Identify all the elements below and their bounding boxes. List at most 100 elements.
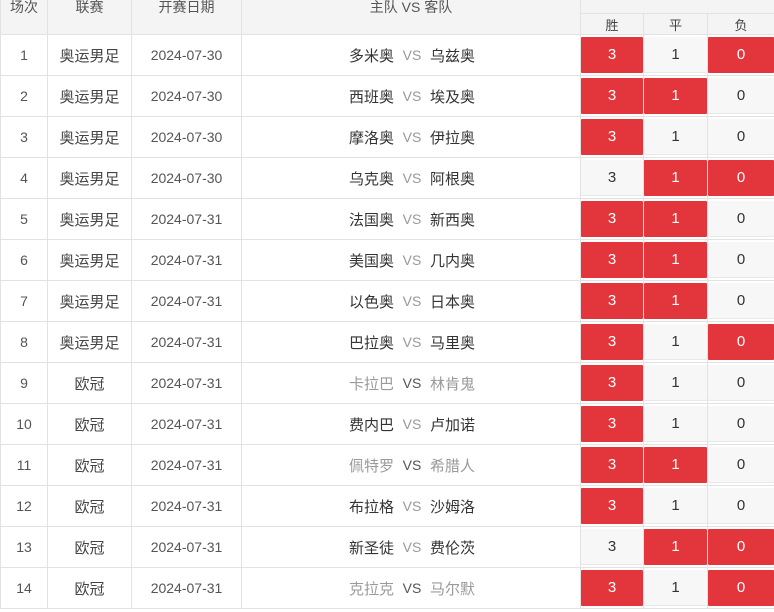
league-name: 欧冠 — [47, 444, 132, 486]
match-number: 13 — [0, 526, 48, 568]
vs-label: VS — [402, 129, 422, 145]
home-team: 多米奥 — [348, 47, 394, 65]
odds-lose-button[interactable]: 0 — [708, 201, 774, 237]
start-date: 2024-07-31 — [131, 567, 242, 609]
odds-draw-button[interactable]: 1 — [644, 488, 707, 524]
odds-lose-button[interactable]: 0 — [708, 119, 774, 155]
odds-lose-button[interactable]: 0 — [708, 324, 774, 360]
away-team: 日本奥 — [430, 293, 476, 311]
odds-draw-button[interactable]: 1 — [644, 37, 707, 73]
odds-draw-button[interactable]: 1 — [644, 78, 707, 114]
match-number: 6 — [0, 239, 48, 281]
start-date: 2024-07-31 — [131, 526, 242, 568]
start-date: 2024-07-30 — [131, 34, 242, 76]
odds-win-button[interactable]: 3 — [581, 160, 643, 196]
odds-draw-button[interactable]: 1 — [644, 201, 707, 237]
odds-win-button[interactable]: 3 — [581, 529, 643, 565]
match-number: 11 — [0, 444, 48, 486]
odds-draw-button[interactable]: 1 — [644, 406, 707, 442]
odds-lose-button[interactable]: 0 — [708, 283, 774, 319]
away-team: 马里奥 — [430, 334, 476, 352]
home-team: 佩特罗 — [348, 457, 394, 475]
start-date: 2024-07-30 — [131, 75, 242, 117]
odds-lose-button[interactable]: 0 — [708, 365, 774, 401]
odds-win-button[interactable]: 3 — [581, 406, 643, 442]
start-date: 2024-07-30 — [131, 157, 242, 199]
odds-draw-button[interactable]: 1 — [644, 119, 707, 155]
match-teams: 新圣徒 VS 费伦茨 — [241, 526, 581, 568]
odds-win-button[interactable]: 3 — [581, 570, 643, 606]
vs-label: VS — [402, 211, 422, 227]
odds-draw-button[interactable]: 1 — [644, 365, 707, 401]
odds-win-button[interactable]: 3 — [581, 447, 643, 483]
start-date: 2024-07-30 — [131, 116, 242, 158]
match-number: 7 — [0, 280, 48, 322]
table-body: 1 奥运男足 2024-07-30 多米奥 VS 乌兹奥 3 1 0 2 奥运男… — [0, 34, 774, 609]
vs-label: VS — [402, 416, 422, 432]
odds-lose-button[interactable]: 0 — [708, 447, 774, 483]
odds-win-button[interactable]: 3 — [581, 201, 643, 237]
odds-lose-button[interactable]: 0 — [708, 529, 774, 565]
odds-lose-button[interactable]: 0 — [708, 78, 774, 114]
odds-lose-button[interactable]: 0 — [708, 488, 774, 524]
start-date: 2024-07-31 — [131, 321, 242, 363]
league-name: 欧冠 — [47, 567, 132, 609]
away-team: 希腊人 — [430, 457, 476, 475]
away-team: 林肯鬼 — [430, 375, 476, 393]
league-name: 奥运男足 — [47, 157, 132, 199]
match-number: 12 — [0, 485, 48, 527]
league-name: 奥运男足 — [47, 116, 132, 158]
odds-win-button[interactable]: 3 — [581, 365, 643, 401]
vs-label: VS — [402, 293, 422, 309]
odds-lose-button[interactable]: 0 — [708, 37, 774, 73]
table-header: 场次 联赛 开赛日期 主队 VS 客队 胜 平 负 — [0, 0, 774, 35]
odds-win-button[interactable]: 3 — [581, 324, 643, 360]
away-team: 埃及奥 — [430, 88, 476, 106]
table-row: 9 欧冠 2024-07-31 卡拉巴 VS 林肯鬼 3 1 0 — [0, 362, 774, 404]
away-team: 几内奥 — [430, 252, 476, 270]
table-row: 6 奥运男足 2024-07-31 美国奥 VS 几内奥 3 1 0 — [0, 239, 774, 281]
start-date: 2024-07-31 — [131, 362, 242, 404]
vs-label: VS — [402, 170, 422, 186]
match-teams: 佩特罗 VS 希腊人 — [241, 444, 581, 486]
table-row: 7 奥运男足 2024-07-31 以色奥 VS 日本奥 3 1 0 — [0, 280, 774, 322]
match-odds-table: 场次 联赛 开赛日期 主队 VS 客队 胜 平 负 1 奥运男足 2024-07… — [0, 0, 774, 609]
home-team: 布拉格 — [348, 498, 394, 516]
start-date: 2024-07-31 — [131, 198, 242, 240]
odds-draw-button[interactable]: 1 — [644, 324, 707, 360]
odds-draw-button[interactable]: 1 — [644, 570, 707, 606]
match-number: 5 — [0, 198, 48, 240]
match-teams: 费内巴 VS 卢加诺 — [241, 403, 581, 445]
table-row: 11 欧冠 2024-07-31 佩特罗 VS 希腊人 3 1 0 — [0, 444, 774, 486]
vs-label: VS — [402, 457, 422, 473]
league-name: 奥运男足 — [47, 280, 132, 322]
odds-win-button[interactable]: 3 — [581, 488, 643, 524]
start-date: 2024-07-31 — [131, 444, 242, 486]
header-match-number: 场次 — [0, 0, 48, 35]
match-number: 2 — [0, 75, 48, 117]
vs-label: VS — [402, 375, 422, 391]
odds-lose-button[interactable]: 0 — [708, 242, 774, 278]
odds-draw-button[interactable]: 1 — [644, 283, 707, 319]
home-team: 卡拉巴 — [348, 375, 394, 393]
odds-draw-button[interactable]: 1 — [644, 242, 707, 278]
odds-lose-button[interactable]: 0 — [708, 160, 774, 196]
odds-win-button[interactable]: 3 — [581, 242, 643, 278]
odds-lose-button[interactable]: 0 — [708, 406, 774, 442]
odds-draw-button[interactable]: 1 — [644, 529, 707, 565]
odds-win-button[interactable]: 3 — [581, 119, 643, 155]
odds-win-button[interactable]: 3 — [581, 283, 643, 319]
home-team: 法国奥 — [348, 211, 394, 229]
odds-lose-button[interactable]: 0 — [708, 570, 774, 606]
match-teams: 乌克奥 VS 阿根奥 — [241, 157, 581, 199]
vs-label: VS — [402, 539, 422, 555]
table-row: 2 奥运男足 2024-07-30 西班奥 VS 埃及奥 3 1 0 — [0, 75, 774, 117]
away-team: 卢加诺 — [430, 416, 476, 434]
header-draw: 平 — [643, 13, 708, 35]
odds-win-button[interactable]: 3 — [581, 78, 643, 114]
odds-draw-button[interactable]: 1 — [644, 447, 707, 483]
odds-draw-button[interactable]: 1 — [644, 160, 707, 196]
odds-win-button[interactable]: 3 — [581, 37, 643, 73]
away-team: 伊拉奥 — [430, 129, 476, 147]
match-teams: 布拉格 VS 沙姆洛 — [241, 485, 581, 527]
